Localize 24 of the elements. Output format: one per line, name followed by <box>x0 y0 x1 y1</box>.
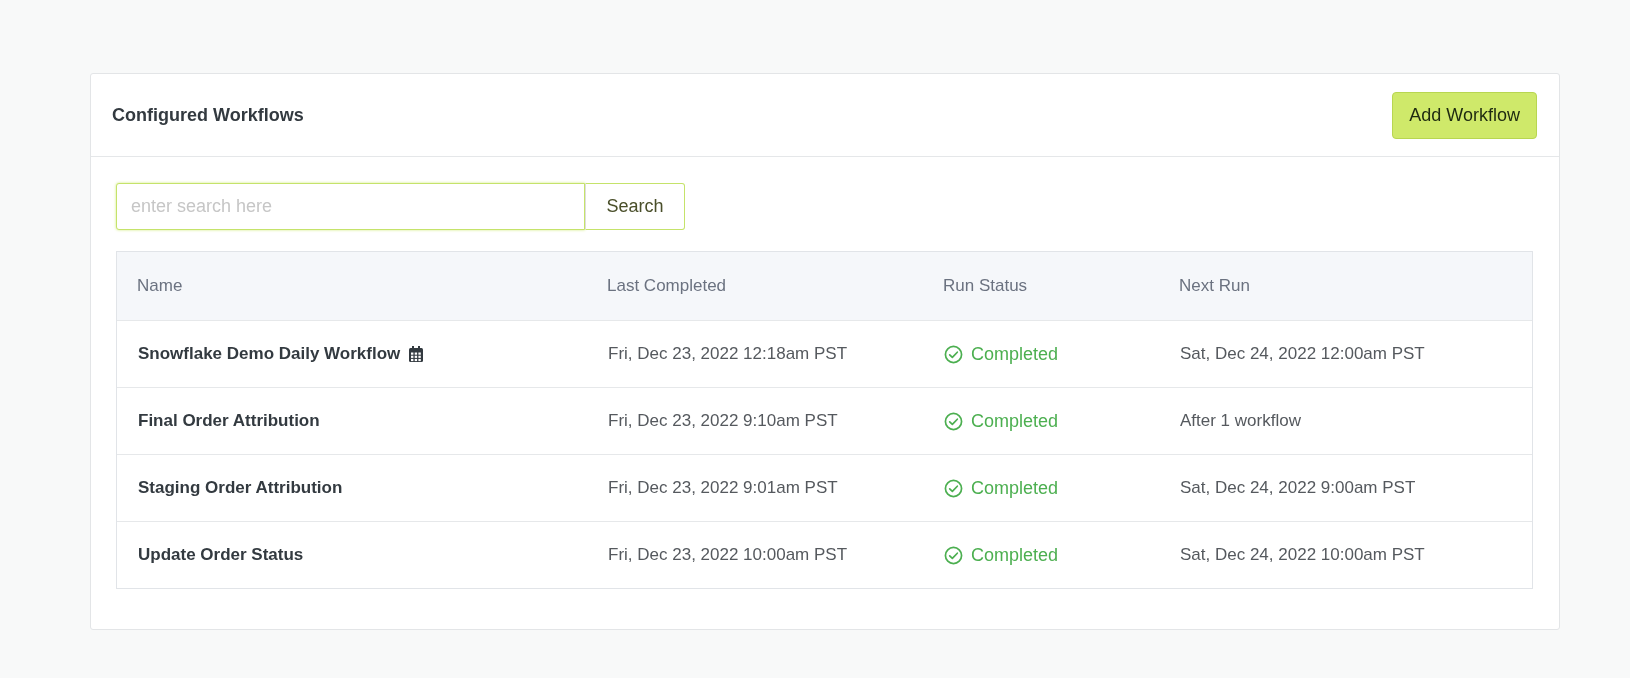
status-text: Completed <box>971 544 1059 566</box>
table-cell-text: After 1 workflow <box>1179 411 1302 431</box>
status-text: Completed <box>971 410 1059 432</box>
column-header: Last Completed <box>606 276 728 296</box>
table-cell-text: Sat, Dec 24, 2022 9:00am PST <box>1179 478 1417 498</box>
search-button[interactable]: Search <box>585 183 685 230</box>
status-text: Completed <box>971 477 1059 499</box>
table-cell-text: Fri, Dec 23, 2022 9:10am PST <box>607 411 839 431</box>
column-header: Run Status <box>942 276 1029 296</box>
column-header: Next Run <box>1178 276 1251 296</box>
table-cell-text: Sat, Dec 24, 2022 10:00am PST <box>1179 545 1426 565</box>
add-workflow-button[interactable]: Add Workflow <box>1392 91 1537 139</box>
table-cell-text: Fri, Dec 23, 2022 9:01am PST <box>607 478 839 498</box>
search-field[interactable]: enter search here <box>116 183 585 230</box>
table-cell-text: Sat, Dec 24, 2022 12:00am PST <box>1179 344 1426 364</box>
table-cell-text: Fri, Dec 23, 2022 12:18am PST <box>607 344 849 364</box>
workflow-name[interactable]: Update Order Status <box>138 545 304 565</box>
workflow-name[interactable]: Staging Order Attribution <box>138 478 343 498</box>
workflow-name[interactable]: Snowflake Demo Daily Workflow <box>138 344 401 364</box>
workflow-name[interactable]: Final Order Attribution <box>138 411 320 431</box>
panel-title: Configured Workflows <box>112 104 304 126</box>
status-text: Completed <box>971 343 1059 365</box>
column-header: Name <box>136 276 184 296</box>
table-cell-text: Fri, Dec 23, 2022 10:00am PST <box>607 545 849 565</box>
